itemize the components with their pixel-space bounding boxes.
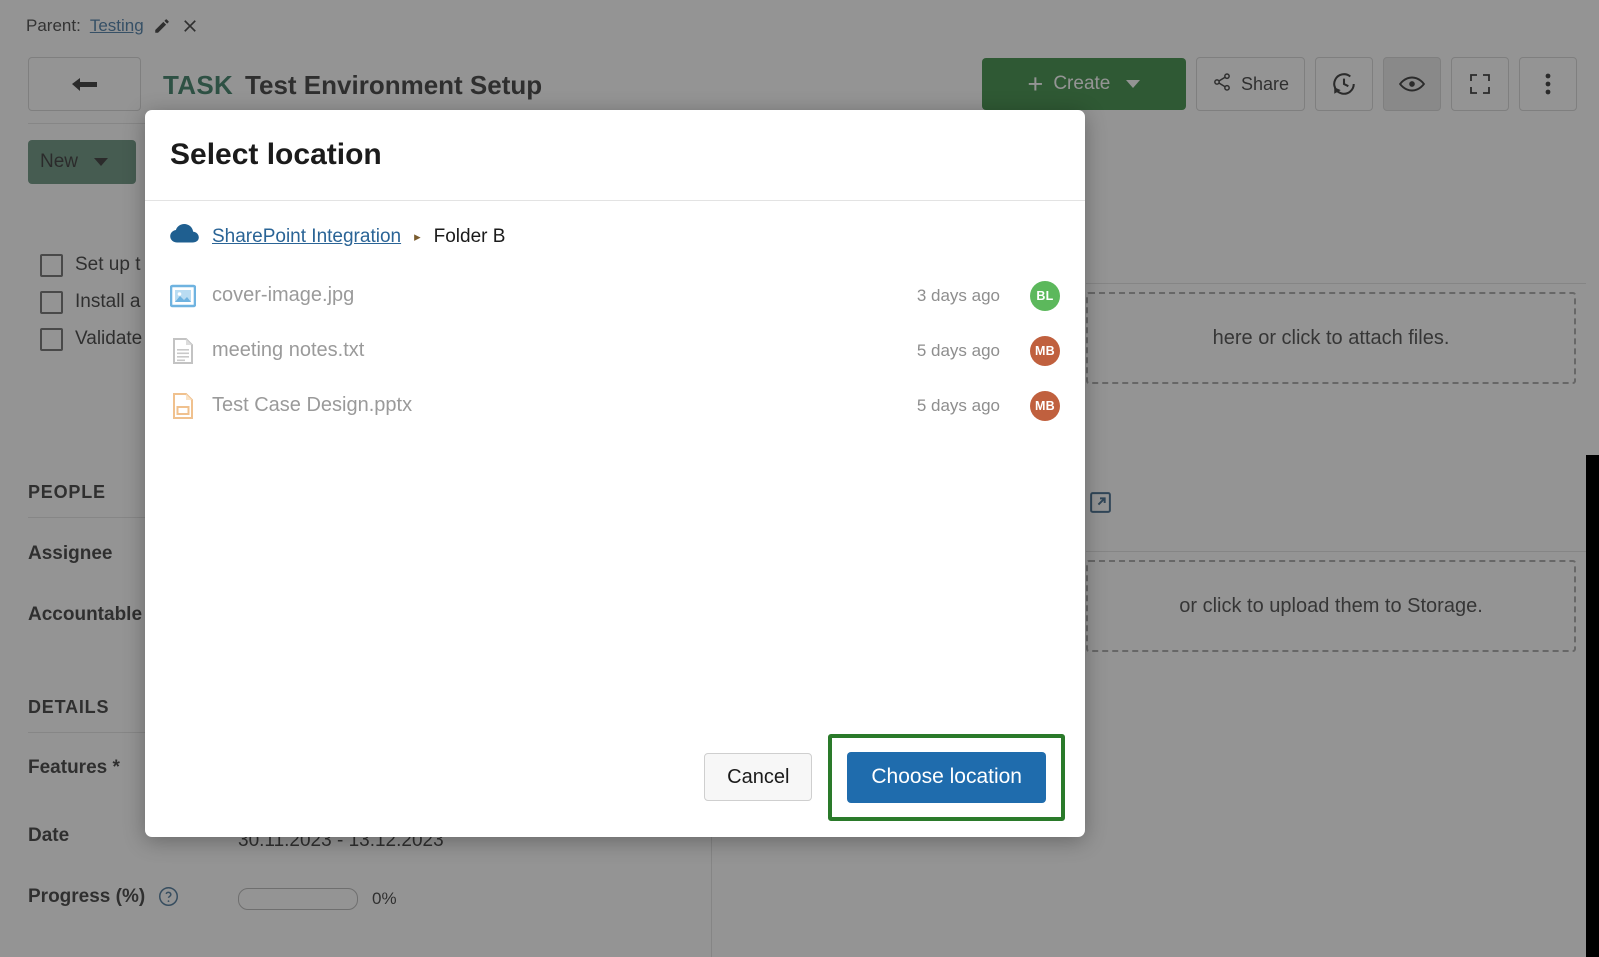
dialog-header: Select location [145, 110, 1085, 201]
location-breadcrumb: SharePoint Integration ▸ Folder B [145, 201, 1085, 256]
list-item[interactable]: cover-image.jpg 3 days ago BL [170, 268, 1060, 323]
file-name: cover-image.jpg [212, 284, 355, 306]
image-file-icon [170, 283, 196, 309]
file-list: cover-image.jpg 3 days ago BL meeting no… [145, 256, 1085, 717]
cancel-button[interactable]: Cancel [704, 753, 813, 801]
list-item[interactable]: Test Case Design.pptx 5 days ago MB [170, 378, 1060, 433]
breadcrumb-current: Folder B [433, 225, 506, 247]
file-modified: 5 days ago [916, 395, 1000, 415]
file-name: meeting notes.txt [212, 339, 365, 361]
text-file-icon [170, 337, 196, 364]
file-modified: 3 days ago [916, 285, 1000, 305]
app-root: Parent: Testing TASK Test Environment Se… [0, 0, 1599, 957]
avatar: MB [1030, 390, 1060, 421]
avatar: MB [1030, 335, 1060, 366]
breadcrumb-root-link[interactable]: SharePoint Integration [212, 226, 401, 248]
file-modified: 5 days ago [916, 340, 1000, 360]
scrollbar-thumb[interactable] [1586, 455, 1599, 957]
highlight-annotation: Choose location [828, 733, 1065, 821]
select-location-dialog: Select location SharePoint Integration ▸… [145, 110, 1085, 837]
avatar: BL [1030, 280, 1060, 311]
cloud-icon [170, 223, 199, 250]
dialog-title: Select location [170, 138, 382, 171]
file-name: Test Case Design.pptx [212, 394, 413, 416]
choose-location-button[interactable]: Choose location [847, 751, 1046, 803]
dialog-footer: Cancel Choose location [145, 717, 1085, 837]
chevron-right-icon: ▸ [414, 228, 421, 244]
presentation-file-icon [170, 392, 196, 419]
list-item[interactable]: meeting notes.txt 5 days ago MB [170, 323, 1060, 378]
